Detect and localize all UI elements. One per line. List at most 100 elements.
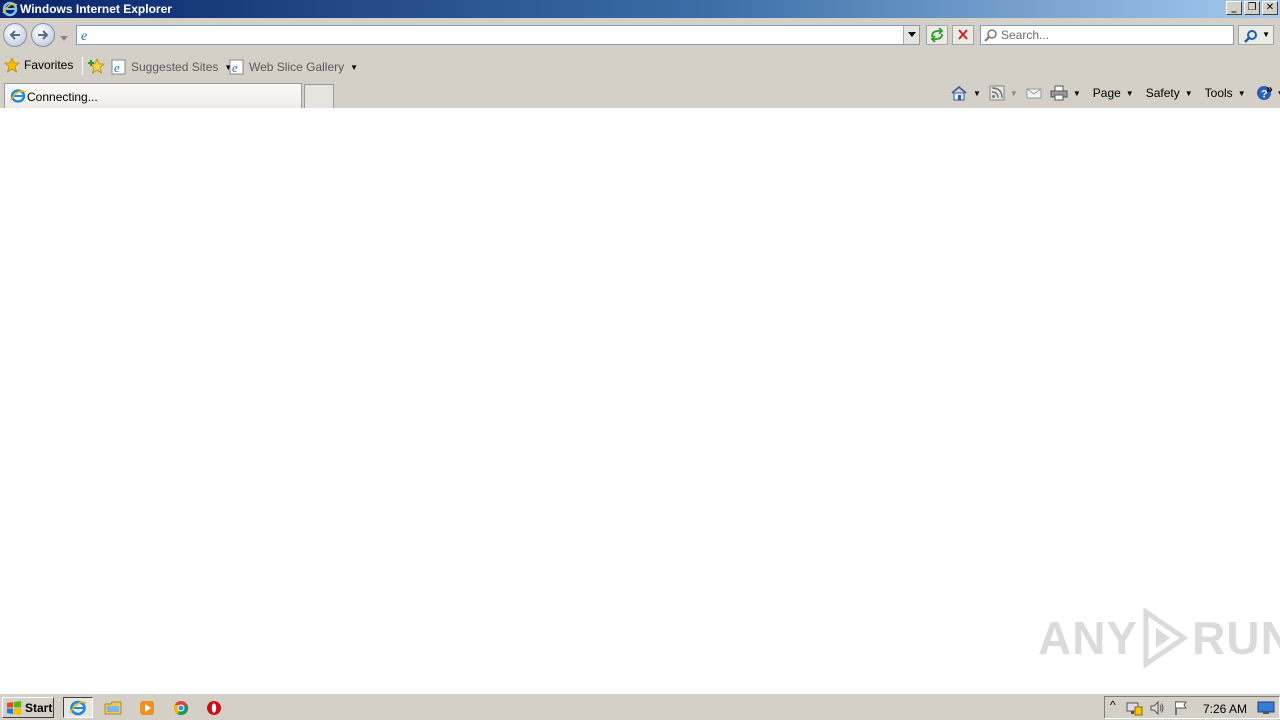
web-slice-gallery-label: Web Slice Gallery	[249, 60, 345, 74]
chevron-down-icon: ▼	[350, 62, 359, 72]
chevron-down-icon: ▼	[1237, 88, 1246, 98]
taskbar-file-explorer[interactable]	[98, 697, 128, 718]
recent-pages-dropdown[interactable]	[60, 31, 68, 45]
safety-menu[interactable]: Safety ▼	[1146, 86, 1193, 100]
add-favorite-star-icon	[88, 57, 106, 74]
address-bar[interactable]: e	[76, 25, 920, 45]
action-center-flag-icon[interactable]	[1173, 700, 1189, 719]
command-bar: ▼ ▼ ▼ Page ▼ Safety ▼ Tools ▼ ?	[950, 85, 1280, 101]
search-input[interactable]	[1001, 27, 1229, 43]
refresh-icon	[930, 27, 944, 43]
stop-button[interactable]	[952, 25, 974, 45]
volume-icon[interactable]	[1149, 700, 1165, 719]
tab-label: Connecting...	[27, 90, 98, 104]
chevron-down-icon: ▼	[1125, 88, 1134, 98]
show-hidden-icons-button[interactable]: ^	[1110, 698, 1116, 712]
show-desktop-button[interactable]	[1257, 701, 1275, 718]
address-input[interactable]	[97, 27, 897, 43]
forward-button[interactable]	[31, 23, 55, 47]
chevron-down-icon: ▼	[1184, 88, 1193, 98]
back-arrow-icon	[9, 30, 20, 40]
star-icon	[4, 57, 20, 73]
window-title: Windows Internet Explorer	[20, 2, 172, 16]
forward-arrow-icon	[38, 30, 49, 40]
tools-menu-label: Tools	[1204, 86, 1233, 100]
ie-logo-icon	[69, 700, 87, 715]
browser-chrome: e ▼ Favorites	[0, 18, 1280, 108]
page-menu[interactable]: Page ▼	[1093, 86, 1134, 100]
chevron-down-icon: ▼	[1072, 88, 1081, 98]
start-label: Start	[25, 700, 53, 715]
safety-menu-label: Safety	[1145, 86, 1180, 100]
system-tray: ^ 7:26 AM	[1104, 696, 1280, 719]
desktop-icon	[1257, 701, 1275, 714]
add-to-favorites-bar-button[interactable]	[88, 57, 106, 77]
taskbar-opera[interactable]	[199, 697, 229, 718]
web-slice-gallery-link[interactable]: e Web Slice Gallery ▼	[229, 59, 358, 75]
taskbar-media-player[interactable]	[132, 697, 162, 718]
chevron-down-icon: ▼	[1262, 30, 1270, 39]
ie-page-icon: e	[79, 28, 93, 45]
page-content-area[interactable]	[0, 108, 1280, 693]
toolbar-divider	[82, 57, 83, 75]
start-button[interactable]: Start	[2, 697, 54, 718]
page-menu-label: Page	[1092, 86, 1121, 100]
network-icon[interactable]	[1125, 700, 1143, 719]
tab-connecting[interactable]: Connecting...	[4, 83, 302, 108]
ie-window: Windows Internet Explorer _ ❐ ✕ e Search…	[0, 0, 1280, 720]
ie-page-icon: e	[229, 59, 244, 75]
tools-menu[interactable]: Tools ▼	[1205, 86, 1246, 100]
printer-icon	[1050, 85, 1068, 101]
chevron-down-icon	[907, 32, 916, 37]
back-button[interactable]	[3, 23, 27, 47]
home-icon	[951, 85, 967, 101]
feeds-button[interactable]: ▼	[989, 85, 1018, 101]
folder-icon	[104, 701, 122, 714]
taskbar-internet-explorer[interactable]	[63, 697, 93, 718]
new-tab-button[interactable]	[304, 84, 334, 108]
mail-icon	[1026, 88, 1042, 99]
suggested-sites-link[interactable]: e Suggested Sites ▼	[111, 59, 232, 75]
svg-text:e: e	[114, 60, 120, 75]
watermark-text-left: ANY	[1038, 612, 1139, 664]
stop-icon	[958, 29, 968, 40]
chrome-icon	[173, 700, 189, 715]
refresh-button[interactable]	[926, 25, 948, 45]
favorites-label: Favorites	[24, 58, 74, 72]
ie-page-icon: e	[111, 59, 126, 75]
taskbar-chrome[interactable]	[166, 697, 196, 718]
anyrun-watermark: ANY RUN	[1038, 608, 1280, 668]
windows-logo-icon	[7, 700, 21, 715]
title-bar: Windows Internet Explorer _ ❐ ✕	[0, 0, 1280, 18]
clock[interactable]: 7:26 AM	[1203, 702, 1247, 716]
close-button[interactable]: ✕	[1262, 1, 1278, 15]
chevron-down-icon: ▼	[1277, 89, 1280, 98]
search-icon	[1244, 30, 1257, 43]
search-icon	[984, 28, 998, 45]
play-logo-icon	[1143, 608, 1189, 668]
restore-button[interactable]: ❐	[1244, 1, 1260, 15]
chevron-down-icon: ▼	[1009, 88, 1018, 98]
window-controls: _ ❐ ✕	[1226, 1, 1278, 15]
home-button[interactable]: ▼	[950, 85, 981, 101]
chevron-down-icon	[60, 36, 68, 41]
toolbar-overflow-chevron-icon[interactable]: »	[1266, 82, 1273, 96]
print-button[interactable]: ▼	[1050, 85, 1081, 101]
search-box[interactable]	[980, 25, 1234, 45]
taskbar: Start ^ 7:26 AM	[0, 693, 1280, 720]
opera-icon	[207, 700, 221, 715]
read-mail-button[interactable]	[1026, 86, 1042, 100]
ie-logo-icon	[10, 89, 26, 106]
svg-text:e: e	[81, 29, 87, 42]
search-go-button[interactable]: ▼	[1238, 25, 1274, 45]
svg-text:e: e	[232, 60, 238, 75]
favorites-bar: Favorites e Suggested Sites ▼ e Web Slic…	[0, 54, 1280, 78]
rss-feed-icon	[989, 85, 1005, 101]
watermark-text-right: RUN	[1192, 612, 1280, 664]
favorites-button[interactable]: Favorites	[4, 57, 73, 73]
chevron-down-icon: ▼	[973, 88, 981, 98]
address-dropdown-button[interactable]	[903, 26, 919, 44]
minimize-button[interactable]: _	[1226, 1, 1242, 15]
suggested-sites-label: Suggested Sites	[131, 60, 219, 74]
media-player-icon	[140, 700, 154, 715]
